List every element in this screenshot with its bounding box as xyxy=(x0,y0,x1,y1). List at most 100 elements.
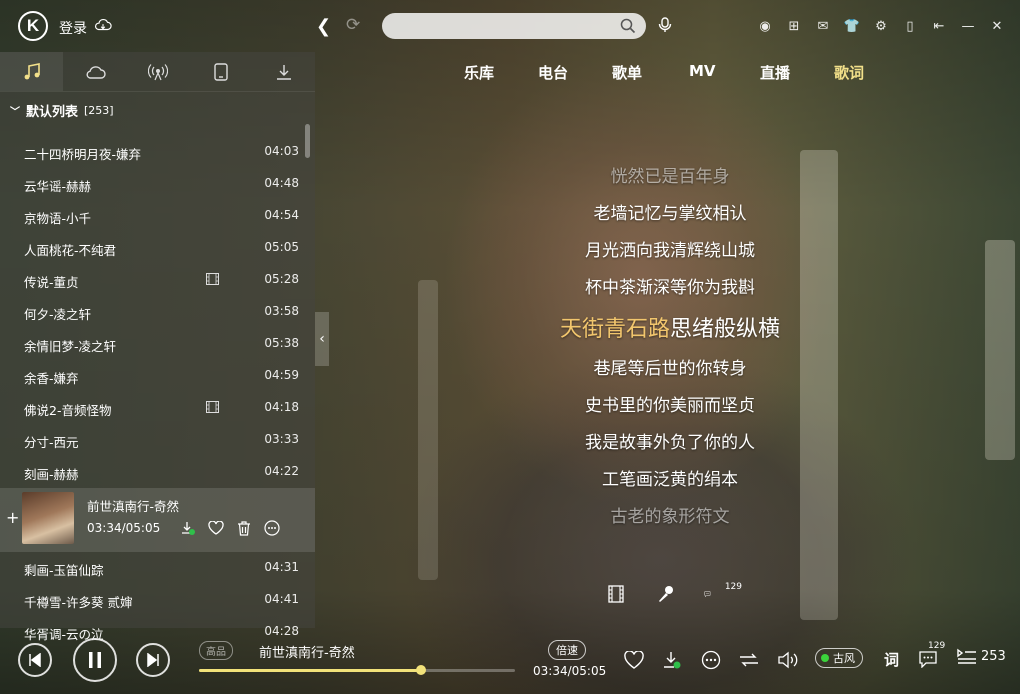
nav-radio[interactable]: 电台 xyxy=(538,62,568,83)
nav-live[interactable]: 直播 xyxy=(760,62,790,83)
lyric-line: 月光洒向我清辉绕山城 xyxy=(585,241,755,261)
progress-bar[interactable] xyxy=(199,665,515,675)
progress-fill xyxy=(199,669,422,672)
playlist-icon xyxy=(957,648,976,664)
music-note-icon xyxy=(24,62,40,79)
song-row[interactable]: 余香-嫌弃 04:59 xyxy=(0,360,315,392)
effect-label: 古风 xyxy=(833,652,855,665)
record-icon[interactable]: ◉ xyxy=(756,17,774,35)
tab-downloads[interactable] xyxy=(252,52,315,91)
song-title: 传说-董贞 xyxy=(24,275,79,290)
song-row[interactable]: 佛说2-音频怪物 04:18 xyxy=(0,392,315,424)
voice-search-icon[interactable] xyxy=(656,16,674,34)
playlist-header[interactable]: ﹀ 默认列表 [253] xyxy=(10,101,114,120)
apps-grid-icon[interactable]: ⊞ xyxy=(785,17,803,35)
playlist-button[interactable]: 253 xyxy=(957,648,1006,664)
downloaded-icon[interactable] xyxy=(661,649,683,671)
nav-library[interactable]: 乐库 xyxy=(464,62,494,83)
song-row[interactable]: 剩画-玉笛仙踪 04:31 xyxy=(0,552,315,584)
song-row[interactable]: 余情旧梦-凌之轩 05:38 xyxy=(0,328,315,360)
nav-lyrics[interactable]: 歌词 xyxy=(834,62,864,83)
song-row[interactable]: 千樽雪-许多葵 贰婶 04:41 xyxy=(0,584,315,616)
song-title: 千樽雪-许多葵 贰婶 xyxy=(24,595,133,610)
skin-shirt-icon[interactable]: 👕 xyxy=(843,17,861,35)
song-title: 何夕-凌之轩 xyxy=(24,307,92,322)
song-duration: 03:33 xyxy=(264,432,299,446)
song-title: 剩画-玉笛仙踪 xyxy=(24,563,104,578)
comments-icon[interactable]: 129 xyxy=(704,582,742,606)
close-icon[interactable]: ✕ xyxy=(988,17,1006,35)
song-row[interactable]: 二十四桥明月夜-嫌弃 04:03 xyxy=(0,136,315,168)
song-title: 京物语-小千 xyxy=(24,211,92,226)
song-duration: 05:05 xyxy=(264,240,299,254)
song-row[interactable]: 刻画-赫赫 04:22 xyxy=(0,456,315,488)
pause-button[interactable] xyxy=(73,638,117,682)
app-logo[interactable]: K xyxy=(18,11,48,41)
songs-before: 二十四桥明月夜-嫌弃 04:03 云华谣-赫赫 04:48 京物语-小千 04:54 人面桃… xyxy=(0,136,315,488)
song-title: 云华谣-赫赫 xyxy=(24,179,92,194)
sound-effect-button[interactable]: 古风 xyxy=(815,648,863,668)
playlist-name: 默认列表 xyxy=(26,105,79,120)
song-row[interactable]: 何夕-凌之轩 03:58 xyxy=(0,296,315,328)
playing-title: 前世滇南行-奇然 xyxy=(87,499,180,514)
login-link[interactable]: 登录 xyxy=(59,18,87,38)
more-options-icon[interactable] xyxy=(700,649,722,671)
song-title: 人面桃花-不纯君 xyxy=(24,243,117,258)
quality-badge[interactable]: 高品 xyxy=(199,641,233,660)
delete-trash-icon[interactable] xyxy=(236,520,252,536)
search-icon[interactable] xyxy=(620,18,636,34)
player-time: 03:34/05:05 xyxy=(533,664,607,678)
tab-device[interactable] xyxy=(189,52,252,91)
minimize-icon[interactable]: — xyxy=(959,17,977,35)
now-playing-row[interactable]: + 前世滇南行-奇然 03:34/05:05 xyxy=(0,488,315,552)
song-row[interactable]: 人面桃花-不纯君 05:05 xyxy=(0,232,315,264)
lyric-line: 古老的象形符文 xyxy=(610,507,730,527)
mail-icon[interactable]: ✉ xyxy=(814,17,832,35)
lyrics-toggle-button[interactable]: 词 xyxy=(884,649,899,670)
player-title[interactable]: 前世滇南行-奇然 xyxy=(259,642,355,661)
mv-film-icon[interactable] xyxy=(206,273,219,285)
back-icon[interactable]: ❮ xyxy=(316,16,331,37)
search-input[interactable] xyxy=(392,16,612,36)
tab-radio[interactable] xyxy=(126,52,189,91)
favorite-heart-icon[interactable] xyxy=(208,520,224,536)
song-duration: 04:22 xyxy=(264,464,299,478)
volume-icon[interactable] xyxy=(777,649,799,671)
nav-mv[interactable]: MV xyxy=(689,62,716,80)
song-row[interactable]: 传说-董贞 05:28 xyxy=(0,264,315,296)
tab-cloud[interactable] xyxy=(63,52,126,91)
comments-button[interactable]: 129 xyxy=(918,641,945,672)
song-row[interactable]: 分寸-西元 03:33 xyxy=(0,424,315,456)
collapse-panel-handle[interactable]: ‹ xyxy=(315,312,329,366)
song-row[interactable]: 云华谣-赫赫 04:48 xyxy=(0,168,315,200)
lyric-unsung-part: 思绪般纵横 xyxy=(670,317,781,342)
song-duration: 03:58 xyxy=(264,304,299,318)
speed-button[interactable]: 倍速 xyxy=(548,640,586,660)
chevron-down-icon: ﹀ xyxy=(10,107,20,118)
progress-knob[interactable] xyxy=(416,665,427,675)
mini-mode-icon[interactable]: ▯ xyxy=(901,17,919,35)
previous-button[interactable] xyxy=(18,643,52,677)
downloaded-icon[interactable] xyxy=(180,520,196,536)
repeat-mode-icon[interactable] xyxy=(738,649,760,671)
song-duration: 04:59 xyxy=(264,368,299,382)
compact-mode-icon[interactable]: ⇤ xyxy=(930,17,948,35)
more-options-icon[interactable] xyxy=(264,520,280,536)
like-heart-icon[interactable] xyxy=(623,649,645,671)
lyric-line: 恍然已是百年身 xyxy=(610,167,730,187)
refresh-icon[interactable]: ⟳ xyxy=(346,15,360,35)
tab-local-music[interactable] xyxy=(0,52,63,91)
download-icon xyxy=(276,64,291,80)
song-row[interactable]: 京物语-小千 04:54 xyxy=(0,200,315,232)
comments-count: 129 xyxy=(724,582,742,592)
song-duration: 04:03 xyxy=(264,144,299,158)
mv-film-icon[interactable] xyxy=(604,582,628,606)
karaoke-mic-icon[interactable] xyxy=(654,582,678,606)
next-button[interactable] xyxy=(136,643,170,677)
lyric-line: 老墙记忆与掌纹相认 xyxy=(593,204,747,224)
settings-gear-icon[interactable]: ⚙ xyxy=(872,17,890,35)
cloud-sync-icon[interactable] xyxy=(94,17,112,33)
add-icon[interactable]: + xyxy=(6,508,19,527)
mv-film-icon[interactable] xyxy=(206,401,219,413)
nav-playlists[interactable]: 歌单 xyxy=(612,62,642,83)
